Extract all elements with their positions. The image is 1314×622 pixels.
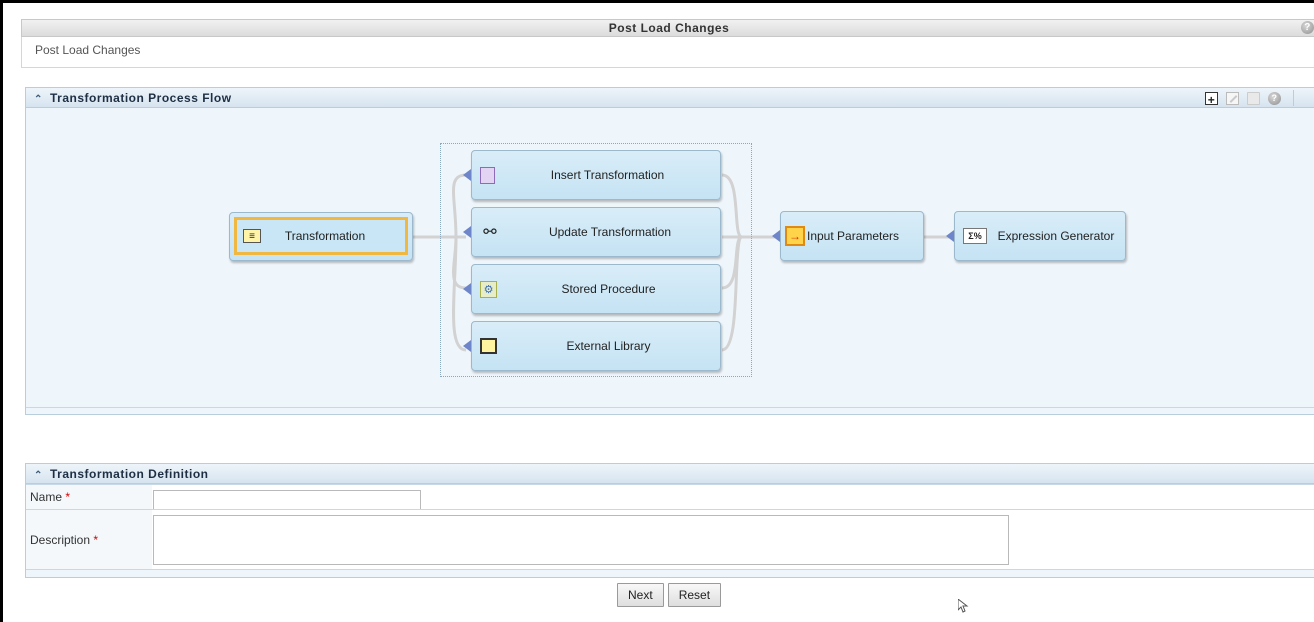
node-insert-transformation[interactable]: Insert Transformation [463, 150, 721, 200]
definition-title: Transformation Definition [50, 467, 209, 481]
connector-pin [463, 226, 471, 238]
process-flow-header: ⌃ Transformation Process Flow ? [26, 88, 1314, 110]
connector-pin [463, 340, 471, 352]
node-update-label: Update Transformation [548, 225, 672, 239]
name-field[interactable] [153, 490, 421, 510]
node-update-transformation[interactable]: ⚯ Update Transformation [463, 207, 721, 257]
page-header: Post Load Changes ? [21, 19, 1314, 37]
next-button[interactable]: Next [617, 583, 664, 607]
process-flow-panel: ≡ Transformation Insert Transformation ⚯… [25, 87, 1314, 415]
node-stored-procedure[interactable]: ⚙ Stored Procedure [463, 264, 721, 314]
collapse-icon[interactable]: ⌃ [34, 466, 44, 486]
connector-pin [463, 283, 471, 295]
expression-icon: Σ% [963, 228, 987, 244]
app-frame: Post Load Changes ? Post Load Changes ≡ … [0, 0, 1314, 622]
transformation-icon: ≡ [243, 229, 261, 243]
node-expression-generator[interactable]: Σ% Expression Generator [946, 211, 1126, 261]
external-library-icon [480, 338, 497, 354]
page-title: Post Load Changes [608, 21, 730, 35]
node-transformation-selected: ≡ Transformation [234, 217, 408, 255]
node-transformation[interactable]: ≡ Transformation [229, 212, 413, 261]
description-label: Description * [30, 533, 98, 547]
update-icon: ⚯ [483, 224, 497, 241]
node-input-parameters[interactable]: → Input Parameters [772, 211, 924, 261]
divider [21, 67, 1314, 68]
node-insert-label: Insert Transformation [550, 168, 665, 182]
name-label-text: Name [30, 490, 63, 504]
node-transformation-label: Transformation [284, 229, 366, 243]
form-actions: Next Reset [617, 583, 722, 607]
collapse-icon[interactable]: ⌃ [34, 90, 44, 110]
reset-button[interactable]: Reset [667, 583, 722, 607]
flow-toolbar: ? [1205, 90, 1294, 110]
help-icon[interactable]: ? [1268, 91, 1281, 105]
add-icon[interactable] [1205, 90, 1218, 110]
process-flow-title: Transformation Process Flow [50, 91, 232, 105]
node-input-label: Input Parameters [807, 229, 900, 243]
node-external-library[interactable]: External Library [463, 321, 721, 371]
description-label-text: Description [30, 533, 91, 547]
description-row: Description * [26, 509, 1314, 569]
definition-footer [26, 569, 1314, 577]
connector-pin [772, 230, 780, 242]
node-expression-label: Expression Generator [997, 229, 1115, 243]
definition-panel: ⌃ Transformation Definition Name * Descri… [25, 463, 1314, 578]
flow-canvas: ≡ Transformation Insert Transformation ⚯… [26, 88, 1314, 416]
node-stored-label: Stored Procedure [561, 282, 656, 296]
node-external-label: External Library [566, 339, 651, 353]
delete-icon[interactable] [1247, 91, 1260, 105]
input-parameters-icon: → [785, 226, 805, 246]
insert-icon [480, 166, 495, 184]
name-row: Name * [26, 484, 1314, 510]
required-mark: * [65, 490, 71, 504]
stored-procedure-icon: ⚙ [480, 280, 497, 298]
connector-pin [463, 169, 471, 181]
name-label: Name * [30, 490, 70, 504]
definition-header: ⌃ Transformation Definition [26, 464, 1314, 484]
breadcrumb: Post Load Changes [35, 43, 141, 57]
edit-icon[interactable] [1226, 91, 1239, 105]
connector-pin [946, 230, 954, 242]
toolbar-separator [1293, 90, 1294, 106]
help-icon[interactable]: ? [1301, 21, 1314, 34]
description-field[interactable] [153, 515, 1009, 565]
required-mark: * [93, 533, 99, 547]
divider [26, 407, 1314, 408]
